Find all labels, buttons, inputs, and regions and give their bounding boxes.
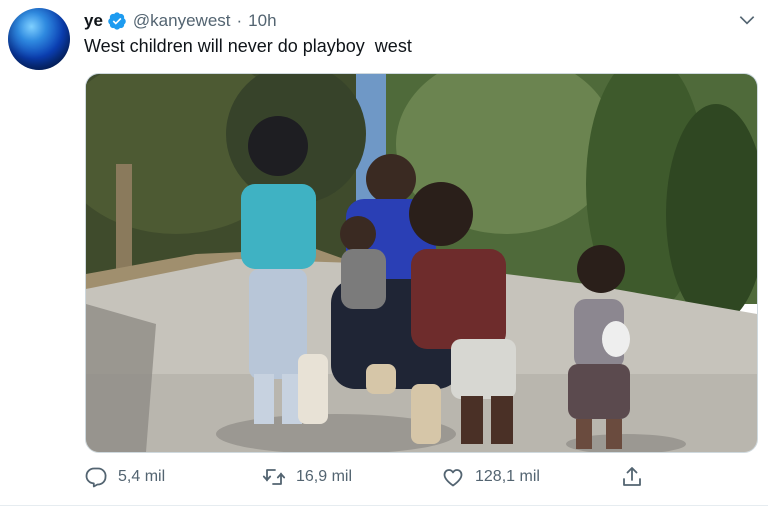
reply-button[interactable]: 5,4 mil [84,465,165,489]
divider [0,505,768,506]
reply-count: 5,4 mil [118,468,166,485]
like-button[interactable]: 128,1 mil [441,465,540,489]
tweet-photo[interactable] [85,73,758,453]
retweet-button[interactable]: 16,9 mil [262,465,352,489]
separator-dot: · [236,11,243,30]
like-count: 128,1 mil [475,468,540,485]
reply-icon [85,467,107,488]
tweet-header: ye @kanyewest · 10h [84,10,277,32]
timestamp[interactable]: 10h [248,11,276,31]
tweet-text: West children will never do playboy west [84,36,412,56]
display-name[interactable]: ye [84,11,103,31]
profile-avatar[interactable] [8,8,70,70]
retweet-count: 16,9 mil [296,468,353,485]
user-handle[interactable]: @kanyewest [133,11,231,31]
verified-badge-icon [108,12,126,30]
share-button[interactable] [620,465,654,489]
share-icon [623,467,641,486]
retweet-icon [262,469,286,485]
tweet-actions: 5,4 mil 16,9 mil 128,1 mil [0,465,768,493]
heart-icon [443,469,463,487]
chevron-down-icon[interactable] [737,10,757,30]
photo-image [86,74,757,452]
